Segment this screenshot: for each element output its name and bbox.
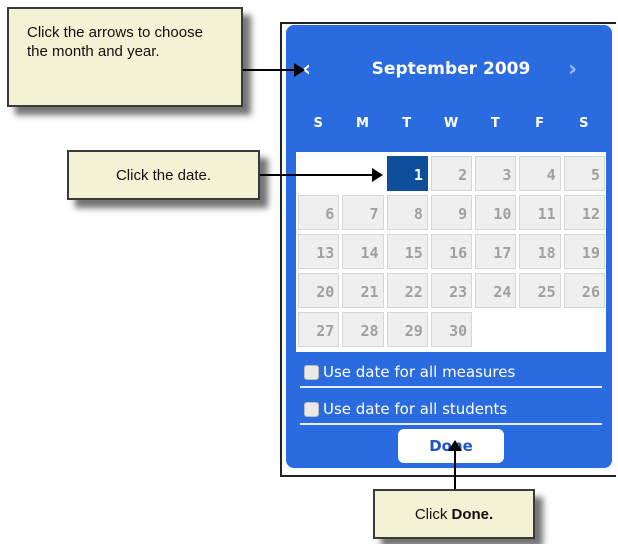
- pointer-arrowhead: [372, 168, 383, 182]
- use-all-students-checkbox[interactable]: [304, 401, 319, 417]
- pointer-arrowhead: [448, 440, 462, 451]
- callout-done-prefix: Click: [414, 506, 448, 523]
- day-cell[interactable]: 6: [298, 195, 340, 231]
- callout-date-instruction: Click the date.: [67, 150, 260, 200]
- day-of-week-header: SMTWTFS: [296, 116, 606, 131]
- pointer-arrowhead: [294, 63, 305, 77]
- day-of-week-label: M: [355, 116, 369, 131]
- separator: [300, 423, 602, 425]
- use-all-students-label: Use date for all students: [323, 400, 508, 418]
- pointer-arrow-line: [260, 174, 373, 176]
- date-picker: ‹ September 2009 › SMTWTFS 1 2 3 4 5 6 7 8 9 10 11…: [286, 25, 612, 468]
- day-cell[interactable]: 24: [475, 273, 517, 309]
- use-date-all-students-option[interactable]: Use date for all students: [304, 400, 507, 418]
- callout-done-bold: Done.: [451, 506, 494, 523]
- day-cell[interactable]: 29: [386, 312, 428, 348]
- day-cell[interactable]: 28: [342, 312, 384, 348]
- next-month-arrow-icon[interactable]: ›: [568, 58, 577, 82]
- pointer-arrow-line: [243, 69, 295, 71]
- background-frame-bottom: [280, 475, 616, 477]
- day-cell[interactable]: 26: [563, 273, 605, 309]
- callout-arrows-text: Click the arrows to choose the month and…: [27, 24, 203, 60]
- day-cell[interactable]: 4: [519, 156, 561, 192]
- callout-arrows-instruction: Click the arrows to choose the month and…: [7, 7, 243, 107]
- day-cell[interactable]: 27: [298, 312, 340, 348]
- day-cell[interactable]: 2: [430, 156, 473, 192]
- day-cell[interactable]: 16: [430, 234, 473, 270]
- background-frame-top: [280, 22, 616, 24]
- day-cell[interactable]: 15: [386, 234, 428, 270]
- selected-day-cell[interactable]: 1: [386, 156, 428, 192]
- day-cell[interactable]: 18: [519, 234, 561, 270]
- day-cell[interactable]: 14: [342, 234, 384, 270]
- day-cell[interactable]: 11: [519, 195, 561, 231]
- calendar-grid: 1 2 3 4 5 6 7 8 9 10 11 12 13 14 15 16 17 18 19 20 21 22 23 24 2…: [296, 152, 606, 352]
- day-cell[interactable]: 23: [430, 273, 473, 309]
- day-cell[interactable]: 19: [563, 234, 605, 270]
- day-of-week-label: T: [402, 116, 412, 131]
- day-of-week-label: T: [490, 116, 500, 131]
- month-year-title: September 2009: [371, 59, 531, 79]
- day-cell[interactable]: 21: [342, 273, 384, 309]
- day-cell[interactable]: 10: [475, 195, 517, 231]
- day-cell[interactable]: 8: [386, 195, 428, 231]
- day-cell[interactable]: 9: [430, 195, 473, 231]
- day-of-week-label: W: [443, 116, 459, 131]
- background-frame-left: [280, 22, 282, 477]
- callout-done-instruction: Click Done.: [373, 489, 535, 539]
- use-date-all-measures-option[interactable]: Use date for all measures: [304, 363, 515, 381]
- day-of-week-label: S: [579, 116, 589, 131]
- separator: [300, 386, 602, 388]
- day-cell[interactable]: 25: [519, 273, 561, 309]
- callout-date-text: Click the date.: [115, 167, 212, 184]
- day-of-week-label: F: [535, 116, 544, 131]
- day-cell[interactable]: 13: [298, 234, 340, 270]
- day-cell[interactable]: 3: [475, 156, 517, 192]
- use-all-measures-checkbox[interactable]: [304, 364, 319, 380]
- day-cell[interactable]: 20: [298, 273, 340, 309]
- day-cell[interactable]: 22: [386, 273, 428, 309]
- day-cell[interactable]: 30: [430, 312, 473, 348]
- pointer-arrow-line: [454, 450, 456, 489]
- day-of-week-label: S: [313, 116, 323, 131]
- day-cell[interactable]: 12: [563, 195, 605, 231]
- day-cell[interactable]: 7: [342, 195, 384, 231]
- use-all-measures-label: Use date for all measures: [323, 363, 516, 381]
- day-cell[interactable]: 17: [475, 234, 517, 270]
- day-cell[interactable]: 5: [563, 156, 605, 192]
